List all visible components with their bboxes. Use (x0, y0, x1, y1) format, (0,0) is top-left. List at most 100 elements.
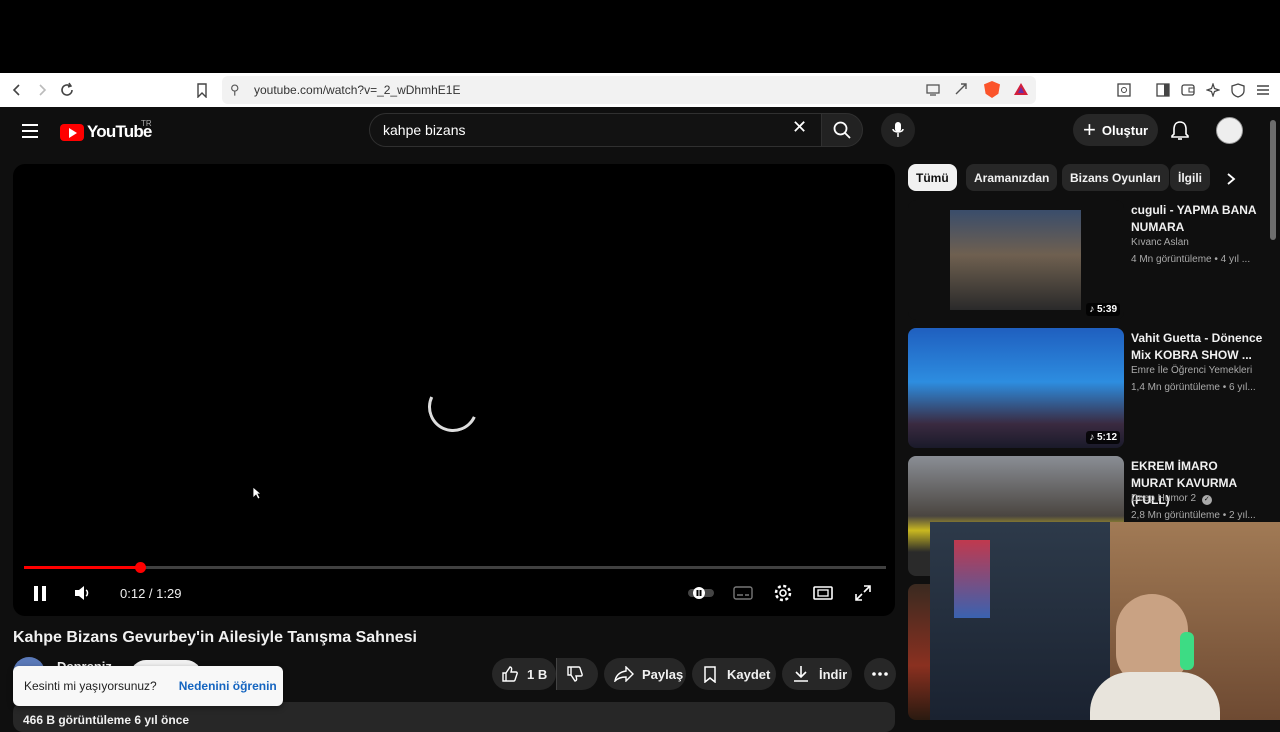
chip-related[interactable]: İlgili (1170, 164, 1210, 191)
thumbs-up-icon (502, 666, 518, 682)
save-button[interactable]: Kaydet (692, 658, 776, 690)
recommendation-meta: 4 Mn görüntüleme • 4 yıl ... (1131, 254, 1251, 265)
chips-next-icon[interactable] (1226, 172, 1236, 191)
pause-button[interactable] (29, 581, 51, 605)
recommendation-channel[interactable]: Kıvanc Aslan (1131, 237, 1189, 248)
like-count: 1 B (527, 666, 548, 682)
outage-toast: Kesinti mi yaşıyorsunuz? Nedenini öğreni… (13, 666, 283, 706)
page-scrollbar[interactable] (1270, 120, 1276, 240)
notifications-bell-icon[interactable] (1170, 120, 1190, 147)
forward-icon[interactable] (30, 78, 54, 102)
like-button[interactable]: 1 B (492, 658, 556, 690)
webcam-person-face (1116, 594, 1188, 684)
settings-button[interactable] (771, 581, 795, 605)
recommendation-item[interactable]: ♪ 5:39 cuguli - YAPMA BANA NUMARA Kıvanc… (908, 200, 1268, 320)
recommendation-channel[interactable]: Deep Humor 2 ✓ (1131, 493, 1212, 505)
webcam-overlay (930, 522, 1280, 720)
save-label: Kaydet (727, 666, 771, 682)
search-value: kahpe bizans (383, 122, 466, 138)
clear-search-icon[interactable]: ✕ (792, 118, 807, 136)
scrubber-handle[interactable] (135, 562, 147, 573)
browser-toolbar: ⚲ youtube.com/watch?v=_2_wDhmhE1E (0, 73, 1280, 107)
time-display: 0:12 / 1:29 (120, 586, 182, 601)
plus-icon: + (1083, 117, 1096, 142)
more-actions-button[interactable] (864, 658, 896, 690)
recommendation-channel[interactable]: Emre İle Öğrenci Yemekleri (1131, 365, 1252, 376)
download-label: İndir (819, 666, 848, 682)
address-bar[interactable]: ⚲ youtube.com/watch?v=_2_wDhmhE1E (222, 76, 1036, 104)
thumbs-down-icon (567, 666, 583, 682)
bookmark-icon (704, 665, 716, 683)
share-icon (614, 666, 634, 682)
view-count: 466 B görüntüleme 6 yıl önce (23, 713, 190, 727)
duration-badge: ♪ 5:12 (1086, 431, 1120, 444)
recommendation-item[interactable]: ♪ 5:12 Vahit Guetta - Dönence Mix KOBRA … (908, 328, 1268, 448)
browser-menu-icon[interactable] (1251, 78, 1275, 102)
theater-mode-icon (813, 586, 833, 600)
volume-button[interactable] (71, 581, 95, 605)
toast-learn-more-link[interactable]: Nedenini öğrenin (179, 679, 277, 693)
voice-search-button[interactable] (881, 113, 915, 147)
reader-mode-icon[interactable] (1112, 78, 1136, 102)
microphone-icon (892, 122, 904, 137)
recommendation-thumbnail[interactable]: ♪ 5:39 (908, 200, 1124, 320)
fullscreen-button[interactable] (851, 581, 875, 605)
fullscreen-icon (855, 585, 871, 601)
youtube-play-logo-icon (60, 123, 84, 141)
chip-from-search[interactable]: Aramanızdan (966, 164, 1058, 191)
guide-menu-icon[interactable] (22, 124, 38, 138)
bookmark-icon[interactable] (190, 78, 214, 102)
thumbnail-image (950, 210, 1081, 310)
video-player[interactable]: 0:12 / 1:29 (13, 164, 895, 616)
mouse-cursor-icon (252, 486, 263, 503)
progress-bar[interactable] (24, 562, 886, 573)
share-page-icon[interactable] (954, 82, 968, 101)
recommendation-title[interactable]: Vahit Guetta - Dönence Mix KOBRA SHOW ..… (1131, 330, 1263, 364)
create-label: Oluştur (1101, 122, 1149, 138)
recommendation-meta: 1,4 Mn görüntüleme • 6 yıl... (1131, 382, 1256, 393)
more-horizontal-icon (872, 672, 888, 676)
autoplay-toggle-icon (688, 587, 714, 599)
recommendation-title[interactable]: cuguli - YAPMA BANA NUMARA (1131, 202, 1263, 236)
search-input[interactable]: kahpe bizans (369, 113, 821, 147)
recommendation-thumbnail[interactable]: ♪ 5:12 (908, 328, 1124, 448)
vpn-icon[interactable] (1226, 78, 1250, 102)
subtitles-icon (733, 586, 753, 600)
webcam-person-shirt (1090, 672, 1220, 720)
create-button[interactable]: + Oluştur (1073, 114, 1158, 146)
sidebar-icon[interactable] (1151, 78, 1175, 102)
subtitles-button[interactable] (731, 581, 755, 605)
verified-badge-icon: ✓ (1201, 495, 1212, 505)
cast-icon[interactable] (926, 83, 940, 101)
search-button[interactable] (821, 113, 863, 147)
theater-mode-button[interactable] (811, 581, 835, 605)
leo-ai-icon[interactable] (1201, 78, 1225, 102)
recommendation-meta: 2,8 Mn görüntüleme • 2 yıl... (1131, 510, 1256, 521)
brave-rewards-icon[interactable] (1013, 82, 1029, 101)
share-button[interactable]: Paylaş (604, 658, 686, 690)
back-icon[interactable] (5, 78, 29, 102)
screen-top-border (0, 0, 1280, 73)
wallet-icon[interactable] (1176, 78, 1200, 102)
youtube-logo[interactable]: YouTube TR (60, 119, 152, 142)
duration-badge: ♪ 5:39 (1086, 303, 1120, 316)
autoplay-toggle[interactable] (686, 581, 716, 605)
search-icon (833, 121, 851, 139)
download-button[interactable]: İndir (782, 658, 852, 690)
description-box[interactable]: 466 B görüntüleme 6 yıl önce (13, 702, 895, 732)
volume-icon (75, 586, 89, 600)
pause-icon (34, 585, 46, 601)
webcam-poster (954, 540, 990, 618)
logo-region: TR (141, 119, 152, 128)
youtube-header: YouTube TR kahpe bizans ✕ + Oluştur (0, 107, 1280, 157)
chip-byzantine[interactable]: Bizans Oyunları (1062, 164, 1169, 191)
download-icon (794, 666, 808, 682)
brave-shield-icon[interactable] (984, 81, 1000, 98)
gear-icon (774, 584, 792, 602)
account-avatar[interactable] (1216, 117, 1243, 144)
chip-all[interactable]: Tümü (908, 164, 957, 191)
site-settings-icon[interactable]: ⚲ (230, 82, 240, 98)
video-title: Kahpe Bizans Gevurbey'in Ailesiyle Tanış… (13, 629, 417, 646)
dislike-button[interactable] (556, 658, 598, 690)
reload-icon[interactable] (55, 78, 79, 102)
